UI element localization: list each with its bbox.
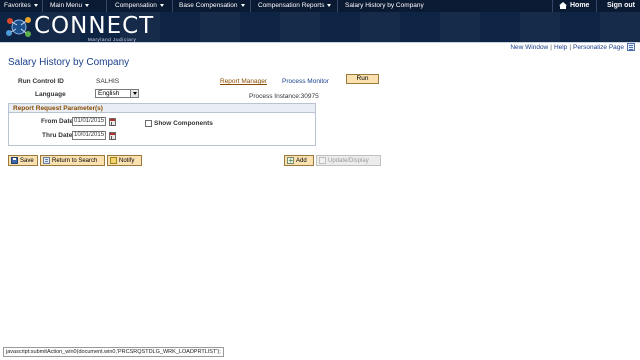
update-display-icon xyxy=(319,157,326,164)
add-button[interactable]: Add xyxy=(284,155,314,166)
nav-divider xyxy=(250,0,251,12)
connect-logo-icon xyxy=(4,14,34,40)
page-options-icon[interactable] xyxy=(627,43,635,51)
home-icon xyxy=(559,2,567,9)
breadcrumb-label: Compensation xyxy=(115,2,157,9)
notify-label: Notify xyxy=(119,157,135,164)
language-select[interactable]: English xyxy=(95,89,139,98)
new-window-link[interactable]: New Window xyxy=(510,44,548,51)
nav-divider xyxy=(337,0,338,12)
language-selected-value: English xyxy=(98,90,120,97)
breadcrumb-compensation-reports[interactable]: Compensation Reports xyxy=(258,2,332,9)
run-control-value: SALHIS xyxy=(96,78,120,85)
run-button[interactable]: Run xyxy=(346,74,379,84)
connect-logo-text: CONNECT xyxy=(34,13,155,39)
return-to-search-button[interactable]: Return to Search xyxy=(40,155,105,166)
notify-button[interactable]: Notify xyxy=(107,155,142,166)
main-menu-label: Main Menu xyxy=(50,2,83,9)
favorites-menu[interactable]: Favorites xyxy=(4,2,38,9)
utility-links: New Window | Help | Personalize Page xyxy=(510,44,624,51)
sign-out-link[interactable]: Sign out xyxy=(607,2,635,9)
save-icon xyxy=(11,157,18,164)
sign-out-label: Sign out xyxy=(607,2,635,9)
top-nav-bar: Favorites Main Menu Compensation Base Co… xyxy=(0,0,640,12)
nav-divider xyxy=(42,0,43,12)
update-display-label: Update/Display xyxy=(328,157,369,164)
process-instance-text: Process Instance:30975 xyxy=(249,93,319,100)
thru-date-input[interactable]: 10/01/2015 xyxy=(72,131,106,140)
link-separator: | xyxy=(569,44,572,51)
help-link[interactable]: Help xyxy=(554,44,567,51)
add-icon xyxy=(287,156,294,165)
header-divider xyxy=(0,42,640,43)
from-date-label: From Date xyxy=(41,118,74,125)
main-menu[interactable]: Main Menu xyxy=(50,2,90,9)
notify-icon xyxy=(110,157,117,164)
return-to-search-label: Return to Search xyxy=(52,157,98,164)
favorites-label: Favorites xyxy=(4,2,31,9)
home-label: Home xyxy=(570,2,590,9)
group-header: Report Request Parameter(s) xyxy=(9,104,315,113)
calendar-icon[interactable] xyxy=(109,118,116,126)
language-label: Language xyxy=(35,91,66,98)
calendar-icon[interactable] xyxy=(109,132,116,140)
run-control-label: Run Control ID xyxy=(18,78,64,85)
show-components-checkbox[interactable] xyxy=(145,120,152,127)
nav-divider xyxy=(106,0,107,12)
breadcrumb-base-compensation[interactable]: Base Compensation xyxy=(179,2,245,9)
breadcrumb-label: Compensation Reports xyxy=(258,2,325,9)
show-components-label: Show Components xyxy=(154,120,213,127)
personalize-page-link[interactable]: Personalize Page xyxy=(573,44,624,51)
breadcrumb-label: Salary History by Company xyxy=(345,2,424,9)
browser-status-bar: javascript:submitAction_win0(document.wi… xyxy=(3,347,224,357)
breadcrumb-current-page: Salary History by Company xyxy=(345,2,424,9)
report-manager-link[interactable]: Report Manager xyxy=(220,78,267,85)
chevron-down-icon xyxy=(327,4,332,7)
brand-header: CONNECT Maryland Judiciary xyxy=(0,12,640,42)
process-monitor-link[interactable]: Process Monitor xyxy=(282,78,329,85)
from-date-input[interactable]: 01/01/2015 xyxy=(72,117,106,126)
link-separator: | xyxy=(550,44,552,51)
breadcrumb-label: Base Compensation xyxy=(179,2,238,9)
add-label: Add xyxy=(296,157,307,164)
page-title: Salary History by Company xyxy=(8,57,130,68)
return-to-search-icon xyxy=(43,157,50,164)
chevron-down-icon xyxy=(240,4,245,7)
nav-divider xyxy=(596,0,597,12)
breadcrumb-compensation[interactable]: Compensation xyxy=(115,2,164,9)
home-link[interactable]: Home xyxy=(559,2,589,9)
nav-divider xyxy=(172,0,173,12)
save-button[interactable]: Save xyxy=(8,155,38,166)
group-title: Report Request Parameter(s) xyxy=(13,105,103,112)
dropdown-arrow-icon xyxy=(130,90,138,97)
save-label: Save xyxy=(20,157,34,164)
chevron-down-icon xyxy=(85,4,90,7)
thru-date-label: Thru Date xyxy=(42,132,73,139)
nav-divider xyxy=(552,0,553,12)
update-display-button[interactable]: Update/Display xyxy=(316,155,381,166)
chevron-down-icon xyxy=(33,4,38,7)
chevron-down-icon xyxy=(159,4,164,7)
